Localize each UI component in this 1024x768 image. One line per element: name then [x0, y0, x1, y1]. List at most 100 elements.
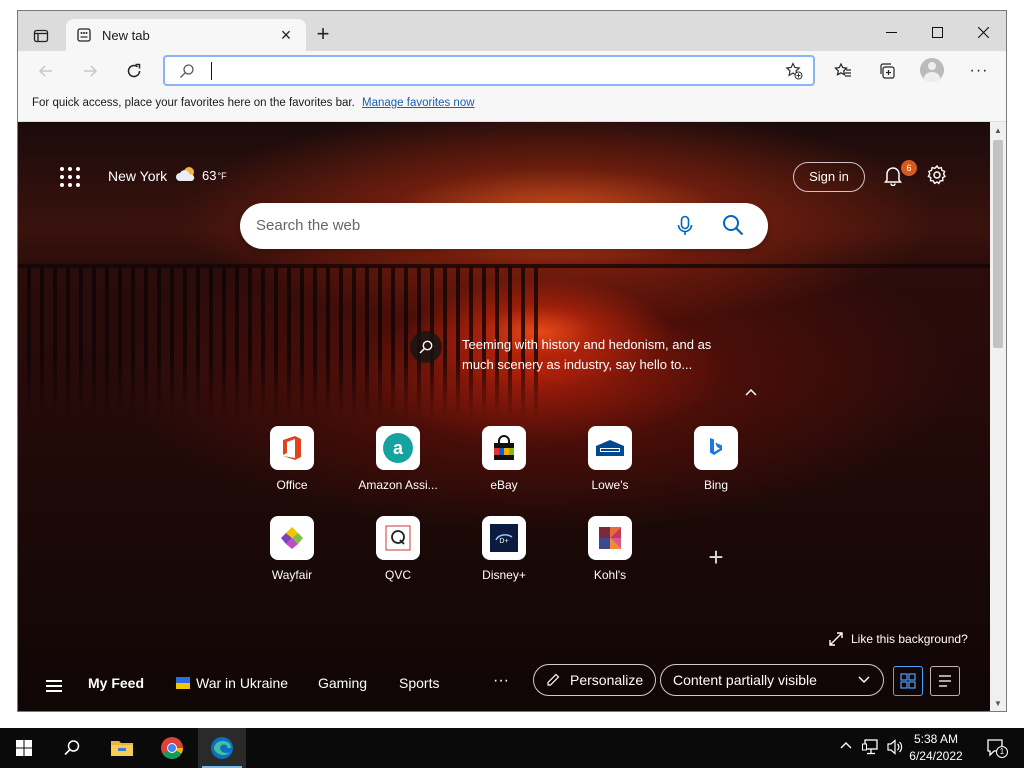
favorites-bar: For quick access, place your favorites h… — [18, 91, 1006, 122]
grid-view-icon[interactable] — [893, 666, 923, 696]
maximize-button[interactable] — [914, 19, 960, 45]
personalize-label: Personalize — [570, 672, 644, 688]
content-visibility-dropdown[interactable]: Content partially visible — [660, 664, 884, 696]
quick-link-kohls[interactable]: Kohl's — [562, 516, 658, 582]
title-bar: New tab × + — [18, 11, 1006, 51]
list-view-icon[interactable] — [930, 666, 960, 696]
image-info-search-icon[interactable] — [410, 331, 442, 363]
background-pier-posts — [18, 267, 538, 417]
collections-icon[interactable] — [873, 57, 901, 85]
feed-tab-war-in-ukraine[interactable]: War in Ukraine — [176, 675, 288, 691]
network-icon[interactable] — [862, 739, 880, 758]
feed-tab-sports[interactable]: Sports — [399, 675, 439, 691]
svg-text:D+: D+ — [499, 538, 508, 545]
quick-link-wayfair[interactable]: Wayfair — [244, 516, 340, 582]
weather-city[interactable]: New York — [108, 168, 167, 184]
app-launcher-icon[interactable] — [60, 167, 80, 187]
desktop: New tab × + ··· For quick access, place … — [0, 0, 1024, 728]
scroll-up-arrow-icon[interactable]: ▲ — [990, 124, 1006, 138]
collapse-chevron-up-icon[interactable] — [744, 384, 758, 400]
quick-link-qvc[interactable]: QVC — [350, 516, 446, 582]
like-background-text: Like this background? — [851, 632, 968, 646]
weather-widget[interactable]: 63 °F — [176, 166, 227, 185]
show-hidden-icons-chevron-icon[interactable] — [839, 739, 853, 753]
feed-tab-my-feed[interactable]: My Feed — [88, 675, 144, 691]
svg-text:a: a — [393, 438, 404, 458]
quick-link-office[interactable]: Office — [244, 426, 340, 492]
scroll-down-arrow-icon[interactable]: ▼ — [990, 697, 1006, 711]
taskbar-search-button[interactable] — [48, 728, 96, 768]
image-description[interactable]: Teeming with history and hedonism, and a… — [462, 335, 722, 375]
volume-icon[interactable] — [886, 739, 904, 758]
quick-link-label: Office — [276, 478, 308, 492]
tab-title: New tab — [102, 27, 150, 43]
feed-menu-hamburger-icon[interactable] — [46, 680, 62, 692]
quick-link-disney-plus[interactable]: D+ Disney+ — [456, 516, 552, 582]
lowes-icon — [588, 426, 632, 470]
quick-link-label: QVC — [384, 568, 411, 582]
chrome-icon — [161, 737, 183, 759]
file-explorer-button[interactable] — [98, 728, 146, 768]
minimize-button[interactable] — [868, 19, 914, 45]
taskbar-clock[interactable]: 5:38 AM 6/24/2022 — [904, 731, 968, 765]
qvc-icon — [376, 516, 420, 560]
quick-link-label: Bing — [703, 478, 729, 492]
action-center-count: 1 — [999, 747, 1005, 756]
edge-icon — [211, 737, 233, 759]
add-quick-link-button[interactable]: + — [706, 542, 726, 573]
quick-link-bing[interactable]: Bing — [668, 426, 764, 492]
page-settings-gear-icon[interactable] — [926, 164, 950, 188]
quick-link-lowes[interactable]: Lowe's — [562, 426, 658, 492]
new-tab-button[interactable]: + — [311, 23, 335, 47]
quick-link-label: Lowe's — [591, 478, 629, 492]
amazon-icon: a — [376, 426, 420, 470]
search-icon — [64, 740, 80, 756]
quick-link-ebay[interactable]: eBay — [456, 426, 552, 492]
tab-actions-icon[interactable] — [24, 19, 58, 53]
quick-link-label: eBay — [490, 478, 518, 492]
action-center-icon[interactable]: 1 — [986, 738, 1008, 763]
feed-tab-gaming[interactable]: Gaming — [318, 675, 367, 691]
address-bar[interactable] — [163, 55, 815, 86]
quick-link-amazon-assistant[interactable]: a Amazon Assi... — [350, 426, 446, 492]
edge-button[interactable] — [198, 728, 246, 768]
start-button[interactable] — [0, 728, 48, 768]
close-window-button[interactable] — [960, 19, 1006, 45]
manage-favorites-link[interactable]: Manage favorites now — [362, 97, 475, 109]
ukraine-flag-icon — [176, 677, 190, 689]
scrollbar-thumb[interactable] — [993, 140, 1003, 348]
disney-icon: D+ — [482, 516, 526, 560]
profile-avatar[interactable] — [920, 58, 944, 82]
microphone-icon[interactable] — [676, 215, 694, 242]
windows-taskbar: 5:38 AM 6/24/2022 1 — [0, 728, 1024, 768]
expand-arrow-icon — [829, 632, 843, 646]
wayfair-icon — [270, 516, 314, 560]
forward-button[interactable] — [76, 57, 104, 85]
browser-window: New tab × + ··· For quick access, place … — [17, 10, 1007, 712]
search-submit-icon[interactable] — [722, 214, 744, 241]
more-topics-button[interactable]: ··· — [493, 672, 509, 690]
feed-tab-label: War in Ukraine — [196, 675, 289, 691]
new-tab-page: New York 63 °F Sign in 6 Search the web — [18, 122, 990, 711]
quick-link-label: Disney+ — [482, 568, 526, 582]
office-icon — [270, 426, 314, 470]
folder-icon — [111, 741, 133, 756]
like-background-link[interactable]: Like this background? — [829, 632, 968, 646]
personalize-button[interactable]: Personalize — [533, 664, 657, 696]
weather-temperature: 63 — [202, 168, 217, 183]
kohls-icon — [588, 516, 632, 560]
web-search-box[interactable]: Search the web — [240, 203, 768, 249]
back-button[interactable] — [32, 57, 60, 85]
chrome-button[interactable] — [148, 728, 196, 768]
sign-in-button[interactable]: Sign in — [793, 162, 865, 192]
settings-more-icon[interactable]: ··· — [965, 57, 993, 85]
refresh-button[interactable] — [120, 57, 148, 85]
quick-link-label: Kohl's — [593, 568, 627, 582]
page-scrollbar[interactable]: ▲ ▼ — [990, 122, 1006, 711]
windows-logo-icon — [16, 740, 32, 756]
add-favorite-icon[interactable] — [785, 62, 803, 85]
search-icon — [179, 63, 195, 84]
tab-new-tab[interactable]: New tab × — [66, 19, 306, 51]
favorites-icon[interactable] — [829, 57, 857, 85]
close-tab-icon[interactable]: × — [276, 26, 296, 44]
